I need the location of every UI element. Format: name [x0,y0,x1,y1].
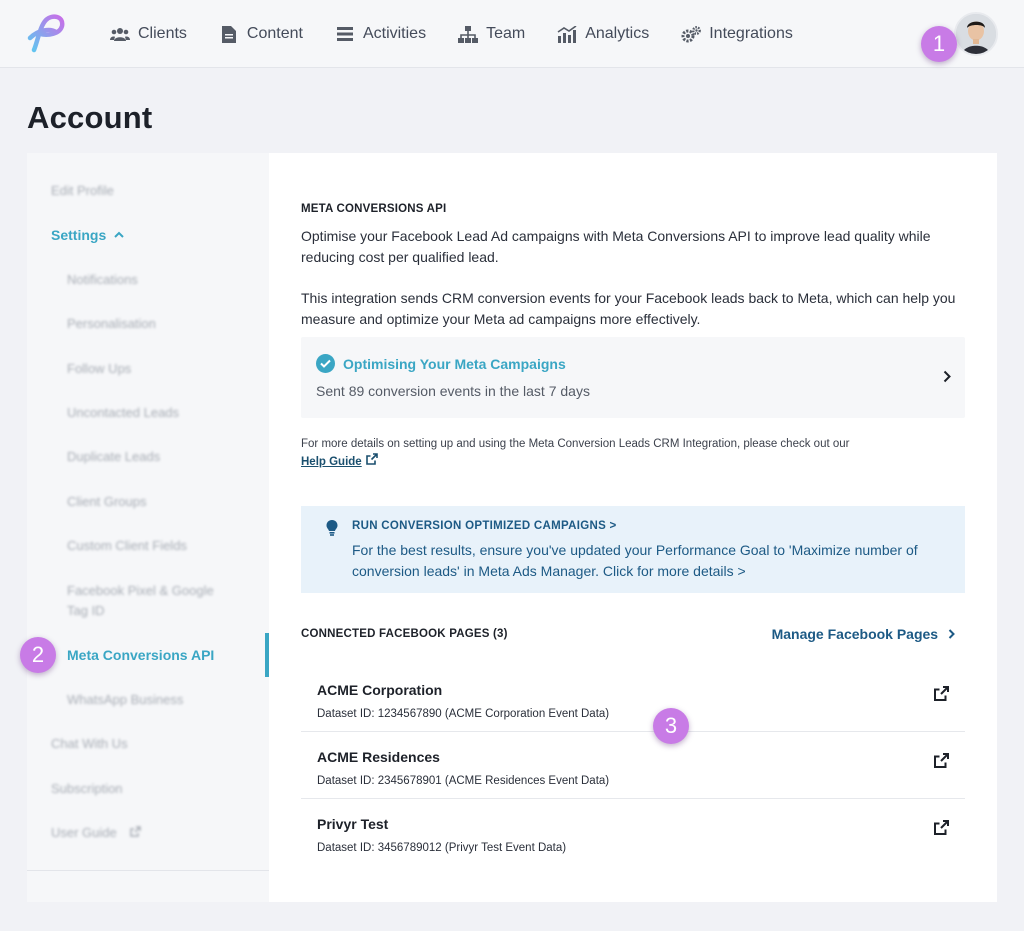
nav-activities[interactable]: Activities [335,25,426,43]
sidebar-item-chat-with-us[interactable]: Chat With Us [51,736,128,751]
help-guide-link[interactable]: Help Guide [301,453,378,471]
nav-team-label: Team [486,25,526,42]
status-title: Optimising Your Meta Campaigns [343,356,566,372]
conversion-tip-banner[interactable]: RUN CONVERSION OPTIMIZED CAMPAIGNS > For… [301,506,965,593]
analytics-icon [557,25,577,43]
account-sidebar: Edit Profile Settings Notifications Pers… [27,153,269,902]
org-chart-icon [458,25,479,43]
nav-integrations-label: Integrations [709,25,793,42]
page-dataset-id: Dataset ID: 1234567890 (ACME Corporation… [317,708,610,720]
sidebar-item-custom-client-fields[interactable]: Custom Client Fields [67,538,187,553]
sidebar-item-uncontacted-leads[interactable]: Uncontacted Leads [67,405,179,420]
sidebar-item-notifications[interactable]: Notifications [67,272,138,287]
nav-content[interactable]: Content [219,25,303,43]
nav-integrations[interactable]: Integrations [681,25,793,43]
sidebar-item-meta-conversions-api[interactable]: Meta Conversions API [67,647,214,663]
external-link-icon[interactable] [934,686,949,701]
external-link-icon [120,825,142,840]
nav-clients-label: Clients [138,25,187,42]
page-title: Account [27,100,153,135]
lightbulb-icon [326,520,338,536]
sidebar-user-guide-label: User Guide [51,825,117,840]
page-name: ACME Corporation [317,682,443,698]
nav-clients[interactable]: Clients [110,25,187,43]
sidebar-item-tag-id[interactable]: Tag ID [67,603,105,618]
sidebar-item-follow-ups[interactable]: Follow Ups [67,361,131,376]
sidebar-item-settings[interactable]: Settings [51,227,124,243]
manage-facebook-pages-link[interactable]: Manage Facebook Pages [772,626,955,642]
connected-pages-heading: CONNECTED FACEBOOK PAGES (3) [301,628,508,640]
tip-body: For the best results, ensure you've upda… [352,542,918,579]
facebook-page-row[interactable]: Privyr Test Dataset ID: 3456789012 (Priv… [301,799,965,866]
main-nav: Clients Content Activities Team Analytic… [110,0,825,68]
campaign-status-card[interactable]: Optimising Your Meta Campaigns Sent 89 c… [301,337,965,418]
chevron-up-icon [114,229,124,241]
sidebar-item-duplicate-leads[interactable]: Duplicate Leads [67,449,160,464]
sidebar-item-personalisation[interactable]: Personalisation [67,316,156,331]
chevron-right-icon [943,367,951,388]
list-icon [335,25,355,43]
annotation-badge-3: 3 [653,708,689,744]
tip-title: RUN CONVERSION OPTIMIZED CAMPAIGNS > [352,520,617,532]
check-circle-icon [316,354,335,373]
section-title: META CONVERSIONS API [301,203,447,215]
annotation-badge-1: 1 [921,26,957,62]
top-nav-bar: Clients Content Activities Team Analytic… [0,0,1024,68]
gears-icon [681,25,702,43]
privyr-logo[interactable] [26,14,68,54]
page-name: Privyr Test [317,816,389,832]
annotation-badge-2: 2 [20,637,56,673]
sidebar-item-user-guide[interactable]: User Guide [51,825,142,840]
help-note: For more details on setting up and using… [301,435,965,471]
external-link-icon[interactable] [934,753,949,768]
manage-link-label: Manage Facebook Pages [771,626,939,642]
sidebar-item-whatsapp-business[interactable]: WhatsApp Business [67,692,183,707]
sidebar-item-subscription[interactable]: Subscription [51,781,123,796]
nav-activities-label: Activities [362,25,427,42]
help-note-text: For more details on setting up and using… [301,438,850,450]
external-link-icon [362,453,378,471]
help-guide-label: Help Guide [301,456,362,468]
page-name: ACME Residences [317,749,440,765]
sidebar-item-facebook-pixel[interactable]: Facebook Pixel & Google [67,583,214,598]
facebook-page-row[interactable]: ACME Residences Dataset ID: 2345678901 (… [301,732,965,799]
status-subtitle: Sent 89 conversion events in the last 7 … [316,383,590,399]
sidebar-item-client-groups[interactable]: Client Groups [67,494,146,509]
document-icon [219,25,239,43]
users-icon [110,25,130,43]
chevron-right-icon [942,626,955,642]
nav-content-label: Content [246,25,303,42]
description-text: This integration sends CRM conversion ev… [301,290,956,327]
facebook-page-row[interactable]: ACME Corporation Dataset ID: 1234567890 … [301,665,965,732]
nav-team[interactable]: Team [458,25,525,43]
nav-analytics[interactable]: Analytics [557,25,649,43]
page-dataset-id: Dataset ID: 3456789012 (Privyr Test Even… [317,842,567,854]
sidebar-divider [27,870,269,871]
page-dataset-id: Dataset ID: 2345678901 (ACME Residences … [317,775,610,787]
main-panel: META CONVERSIONS API Optimise your Faceb… [269,153,997,902]
nav-analytics-label: Analytics [585,25,650,42]
intro-text: Optimise your Facebook Lead Ad campaigns… [301,228,931,265]
sidebar-settings-label: Settings [51,227,107,243]
external-link-icon[interactable] [934,820,949,835]
sidebar-item-edit-profile[interactable]: Edit Profile [51,183,114,198]
user-avatar[interactable] [954,12,998,56]
